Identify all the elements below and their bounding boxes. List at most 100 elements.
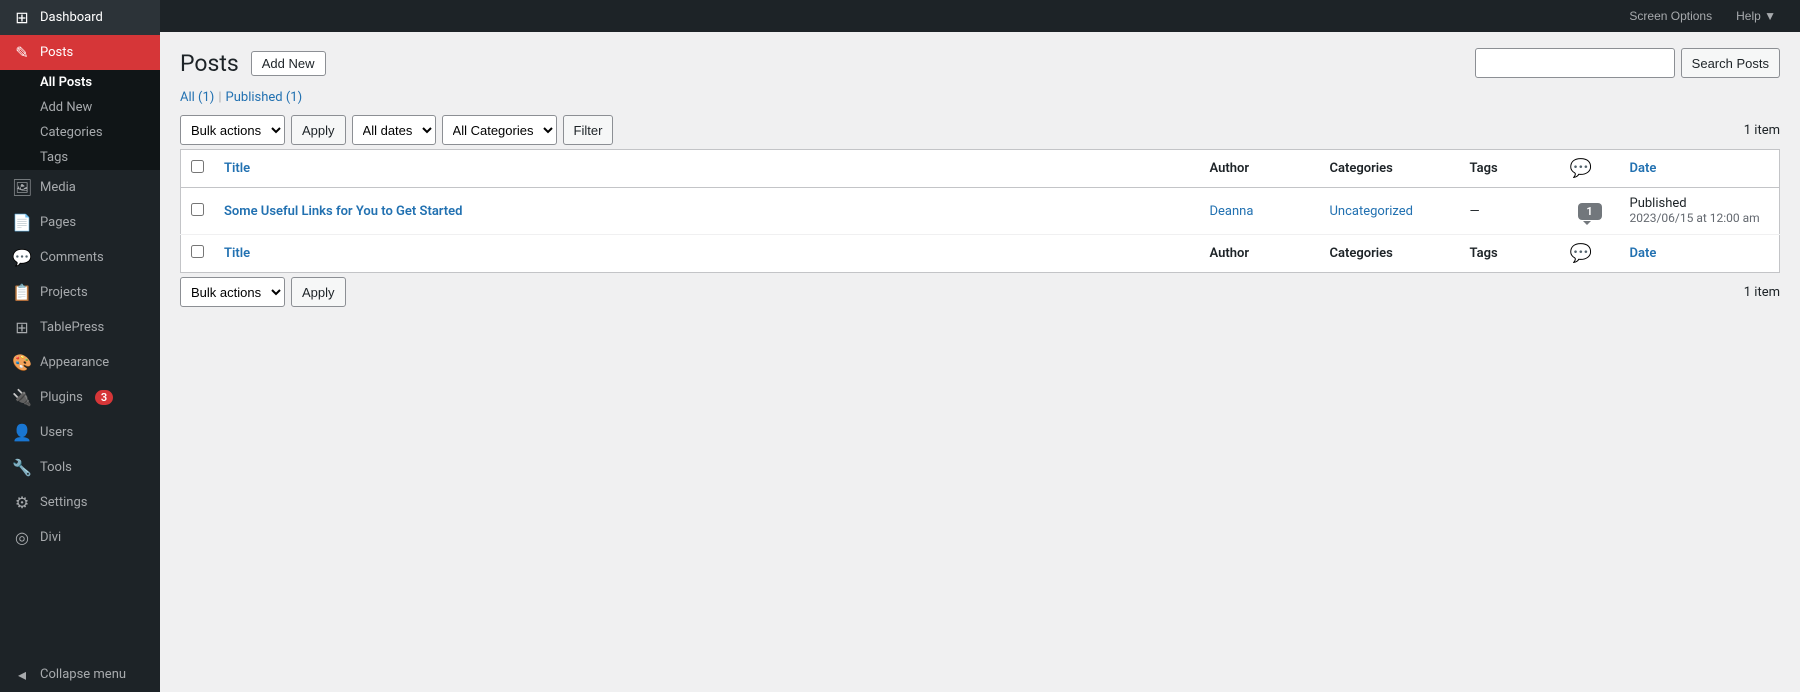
divi-icon: ◎ [12,528,32,547]
plugins-badge: 3 [95,390,113,405]
filter-separator: | [218,90,221,105]
page-title: Posts [180,50,239,77]
bulk-actions-select-bottom[interactable]: Bulk actions [180,277,285,307]
sidebar-item-settings[interactable]: ⚙ Settings [0,485,160,520]
select-all-checkbox-bottom[interactable] [191,245,204,258]
apply-button-top[interactable]: Apply [291,115,346,145]
sidebar-item-comments[interactable]: 💬 Comments [0,240,160,275]
col-header-tags: Tags [1460,150,1560,188]
sidebar-item-collapse[interactable]: ◂ Collapse menu [0,657,160,692]
sidebar-item-label: Dashboard [40,10,103,25]
filter-all-link[interactable]: All (1) [180,90,214,105]
sidebar-item-label: Appearance [40,355,109,370]
apply-button-bottom[interactable]: Apply [291,277,346,307]
col-header-comments: 💬 [1560,150,1620,188]
item-count-bottom: 1 item [1744,285,1780,300]
sidebar-item-tablepress[interactable]: ⊞ TablePress [0,310,160,345]
sidebar-item-label: TablePress [40,320,104,335]
sidebar-item-posts[interactable]: ✎ Posts [0,35,160,70]
col-footer-categories: Categories [1320,235,1460,273]
category-link[interactable]: Uncategorized [1330,204,1413,219]
all-dates-select[interactable]: All dates [352,115,436,145]
help-button[interactable]: Help ▼ [1728,7,1784,25]
row-checkbox-cell [181,188,215,235]
plugins-icon: 🔌 [12,388,32,407]
sidebar-bottom: ◂ Collapse menu [0,657,160,692]
row-categories-cell: Uncategorized [1320,188,1460,235]
row-author-cell: Deanna [1200,188,1320,235]
posts-table: Title Author Categories Tags 💬 [180,149,1780,273]
search-input[interactable] [1475,48,1675,78]
tools-icon: 🔧 [12,458,32,477]
sidebar-item-label: Pages [40,215,76,230]
sidebar-item-tags[interactable]: Tags [0,145,160,170]
row-comments-cell: 1 [1560,188,1620,235]
row-checkbox[interactable] [191,203,204,216]
sidebar: ⊞ Dashboard ✎ Posts All Posts Add New Ca… [0,0,160,692]
screen-options-button[interactable]: Screen Options [1621,7,1720,25]
author-link[interactable]: Deanna [1210,204,1254,219]
sidebar-item-projects[interactable]: 📋 Projects [0,275,160,310]
sidebar-item-plugins[interactable]: 🔌 Plugins 3 [0,380,160,415]
add-new-button[interactable]: Add New [251,51,326,76]
users-icon: 👤 [12,423,32,442]
sidebar-item-pages[interactable]: 📄 Pages [0,205,160,240]
all-categories-select[interactable]: All Categories [442,115,557,145]
sidebar-item-label: Settings [40,495,87,510]
sidebar-item-tools[interactable]: 🔧 Tools [0,450,160,485]
table-header-row: Title Author Categories Tags 💬 [181,150,1780,188]
collapse-label: Collapse menu [40,667,126,682]
comment-header-icon: 💬 [1570,158,1592,179]
sidebar-item-label: Posts [40,45,73,60]
page-header: Posts Add New Search Posts [180,48,1780,78]
row-tags-cell: — [1460,188,1560,235]
bottom-toolbar: Bulk actions Apply 1 item [180,277,1780,307]
search-area: Search Posts [1475,48,1780,78]
add-new-label: Add New [40,100,92,115]
sidebar-item-categories[interactable]: Categories [0,120,160,145]
select-all-checkbox[interactable] [191,160,204,173]
sidebar-item-label: Users [40,425,73,440]
media-icon: 🖼 [12,178,32,197]
col-footer-title[interactable]: Title [214,235,1200,273]
categories-label: Categories [40,125,103,140]
post-title-link[interactable]: Some Useful Links for You to Get Started [224,204,462,219]
col-header-title[interactable]: Title [214,150,1200,188]
date-status: Published [1630,196,1687,211]
all-posts-label: All Posts [40,75,92,90]
posts-submenu: All Posts Add New Categories Tags [0,70,160,170]
comment-count: 1 [1586,205,1592,218]
posts-icon: ✎ [12,43,32,62]
filter-published-link[interactable]: Published (1) [226,90,303,105]
col-header-author: Author [1200,150,1320,188]
col-footer-comments: 💬 [1560,235,1620,273]
col-footer-tags: Tags [1460,235,1560,273]
sidebar-item-dashboard[interactable]: ⊞ Dashboard [0,0,160,35]
filter-button[interactable]: Filter [563,115,614,145]
col-footer-date[interactable]: Date [1620,235,1780,273]
sidebar-item-all-posts[interactable]: All Posts [0,70,160,95]
item-count-top: 1 item [1744,123,1780,138]
tags-value: — [1470,204,1480,219]
sidebar-item-label: Divi [40,530,61,545]
admin-topbar: Screen Options Help ▼ [160,0,1800,32]
sidebar-item-label: Comments [40,250,104,265]
col-header-categories: Categories [1320,150,1460,188]
bulk-actions-select-top[interactable]: Bulk actions [180,115,285,145]
row-title-cell: Some Useful Links for You to Get Started [214,188,1200,235]
sidebar-item-add-new[interactable]: Add New [0,95,160,120]
col-footer-author: Author [1200,235,1320,273]
appearance-icon: 🎨 [12,353,32,372]
main-content: Screen Options Help ▼ Posts Add New Sear… [160,0,1800,692]
sidebar-item-media[interactable]: 🖼 Media [0,170,160,205]
collapse-icon: ◂ [12,665,32,684]
sidebar-item-appearance[interactable]: 🎨 Appearance [0,345,160,380]
sidebar-item-label: Tools [40,460,72,475]
filter-links: All (1) | Published (1) [180,90,1780,105]
projects-icon: 📋 [12,283,32,302]
col-header-date[interactable]: Date [1620,150,1780,188]
comment-count-bubble[interactable]: 1 [1578,203,1602,220]
sidebar-item-users[interactable]: 👤 Users [0,415,160,450]
sidebar-item-divi[interactable]: ◎ Divi [0,520,160,555]
search-posts-button[interactable]: Search Posts [1681,48,1780,78]
